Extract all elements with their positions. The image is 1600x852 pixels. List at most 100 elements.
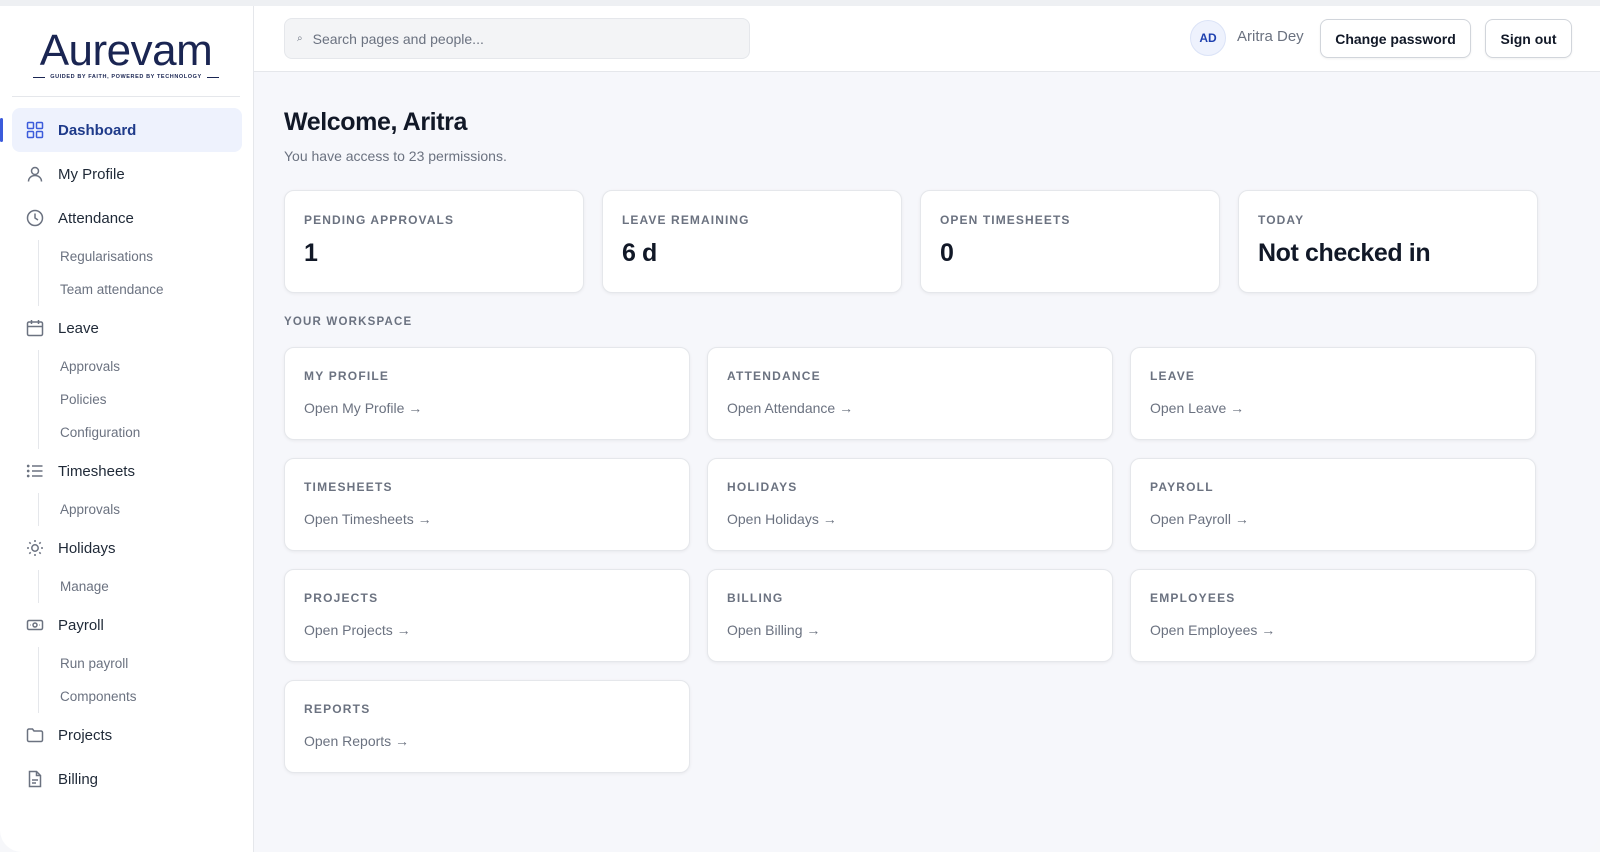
sidebar-subitem-regularisations[interactable]: Regularisations xyxy=(60,240,254,273)
card-link[interactable]: Open Holidays → xyxy=(727,511,1093,527)
sidebar-subitem-run-payroll[interactable]: Run payroll xyxy=(60,647,254,680)
top-header: ⌕ AD Aritra Dey Change password Sign out xyxy=(254,6,1600,72)
brand-logo[interactable]: Aurevam GUIDED BY FAITH, POWERED BY TECH… xyxy=(22,28,230,84)
sign-out-button[interactable]: Sign out xyxy=(1485,19,1572,58)
card-title: HOLIDAYS xyxy=(727,480,798,494)
sidebar-item-billing[interactable]: Billing xyxy=(12,757,242,801)
sidebar-item-label: My Profile xyxy=(58,165,125,183)
permissions-subtitle: You have access to 23 permissions. xyxy=(284,148,507,164)
card-link[interactable]: Open Payroll → xyxy=(1150,511,1516,527)
card-title: TIMESHEETS xyxy=(304,480,393,494)
tagline-rule-left xyxy=(33,76,46,78)
stat-label: PENDING APPROVALS xyxy=(304,213,455,227)
file-text-icon xyxy=(26,770,44,788)
workspace-card-timesheets[interactable]: TIMESHEETS Open Timesheets → xyxy=(284,458,690,551)
brand-tagline: GUIDED BY FAITH, POWERED BY TECHNOLOGY xyxy=(50,74,202,80)
search-input[interactable] xyxy=(312,30,733,47)
brand-tagline-row: GUIDED BY FAITH, POWERED BY TECHNOLOGY xyxy=(22,74,230,80)
sidebar-item-label: Leave xyxy=(58,319,99,337)
sun-icon xyxy=(26,539,44,557)
sidebar-subitem-team-attendance[interactable]: Team attendance xyxy=(60,273,254,306)
sidebar-item-label: Payroll xyxy=(58,616,104,634)
sidebar-nav: Dashboard My Profile Attendance Regulari… xyxy=(0,108,254,801)
card-title: BILLING xyxy=(727,591,784,605)
card-title: ATTENDANCE xyxy=(727,369,821,383)
card-link[interactable]: Open Leave → xyxy=(1150,400,1516,416)
sidebar-subitem-leave-approvals[interactable]: Approvals xyxy=(60,350,254,383)
stat-label: OPEN TIMESHEETS xyxy=(940,213,1071,227)
workspace-card-payroll[interactable]: PAYROLL Open Payroll → xyxy=(1130,458,1536,551)
brand-name: Aurevam xyxy=(39,26,213,75)
sidebar-item-label: Billing xyxy=(58,770,99,788)
sidebar-item-my-profile[interactable]: My Profile xyxy=(12,152,242,196)
workspace-card-holidays[interactable]: HOLIDAYS Open Holidays → xyxy=(707,458,1113,551)
logo-divider xyxy=(12,96,240,97)
sidebar-item-attendance[interactable]: Attendance xyxy=(12,196,242,240)
sidebar-item-projects[interactable]: Projects xyxy=(12,713,242,757)
card-title: MY PROFILE xyxy=(304,369,390,383)
sidebar: Aurevam GUIDED BY FAITH, POWERED BY TECH… xyxy=(0,6,254,852)
workspace-card-billing[interactable]: BILLING Open Billing → xyxy=(707,569,1113,662)
workspace-card-my-profile[interactable]: MY PROFILE Open My Profile → xyxy=(284,347,690,440)
payroll-submenu: Run payroll Components xyxy=(38,647,254,713)
tagline-rule-right xyxy=(206,76,219,78)
search-icon: ⌕ xyxy=(297,33,303,44)
card-link[interactable]: Open Billing → xyxy=(727,622,1093,638)
sidebar-item-timesheets[interactable]: Timesheets xyxy=(12,449,242,493)
change-password-button[interactable]: Change password xyxy=(1320,19,1471,58)
card-link[interactable]: Open Attendance → xyxy=(727,400,1093,416)
folder-icon xyxy=(26,726,44,744)
leave-submenu: Approvals Policies Configuration xyxy=(38,350,254,449)
card-link[interactable]: Open Employees → xyxy=(1150,622,1516,638)
sidebar-subitem-manage[interactable]: Manage xyxy=(60,570,254,603)
workspace-card-reports[interactable]: REPORTS Open Reports → xyxy=(284,680,690,773)
workspace-grid: MY PROFILE Open My Profile → ATTENDANCE … xyxy=(284,347,1538,773)
sidebar-item-holidays[interactable]: Holidays xyxy=(12,526,242,570)
card-title: EMPLOYEES xyxy=(1150,591,1236,605)
banknote-icon xyxy=(26,616,44,634)
sidebar-item-payroll[interactable]: Payroll xyxy=(12,603,242,647)
workspace-card-leave[interactable]: LEAVE Open Leave → xyxy=(1130,347,1536,440)
stat-value: Not checked in xyxy=(1258,239,1431,267)
workspace-card-employees[interactable]: EMPLOYEES Open Employees → xyxy=(1130,569,1536,662)
sidebar-subitem-configuration[interactable]: Configuration xyxy=(60,416,254,449)
card-title: REPORTS xyxy=(304,702,371,716)
card-link[interactable]: Open Timesheets → xyxy=(304,511,670,527)
timesheets-submenu: Approvals xyxy=(38,493,254,526)
user-icon xyxy=(26,165,44,183)
clock-icon xyxy=(26,209,44,227)
workspace-card-attendance[interactable]: ATTENDANCE Open Attendance → xyxy=(707,347,1113,440)
workspace-card-projects[interactable]: PROJECTS Open Projects → xyxy=(284,569,690,662)
search-box[interactable]: ⌕ xyxy=(284,18,750,59)
sidebar-item-leave[interactable]: Leave xyxy=(12,306,242,350)
sidebar-item-label: Holidays xyxy=(58,539,116,557)
card-link[interactable]: Open My Profile → xyxy=(304,400,670,416)
card-link[interactable]: Open Projects → xyxy=(304,622,670,638)
sidebar-item-label: Attendance xyxy=(58,209,134,227)
holidays-submenu: Manage xyxy=(38,570,254,603)
card-link[interactable]: Open Reports → xyxy=(304,733,670,749)
stat-value: 0 xyxy=(940,239,954,267)
stats-row: PENDING APPROVALS 1 LEAVE REMAINING 6 d … xyxy=(284,190,1538,293)
stat-card-leave-remaining: LEAVE REMAINING 6 d xyxy=(602,190,902,293)
avatar[interactable]: AD xyxy=(1190,20,1226,56)
card-title: LEAVE xyxy=(1150,369,1196,383)
sidebar-item-label: Timesheets xyxy=(58,462,135,480)
app-window: Aurevam GUIDED BY FAITH, POWERED BY TECH… xyxy=(0,0,1600,852)
sidebar-subitem-policies[interactable]: Policies xyxy=(60,383,254,416)
sidebar-item-dashboard[interactable]: Dashboard xyxy=(0,108,242,152)
stat-label: LEAVE REMAINING xyxy=(622,213,750,227)
list-icon xyxy=(26,462,44,480)
stat-value: 1 xyxy=(304,239,318,267)
calendar-icon xyxy=(26,319,44,337)
stat-card-pending-approvals: PENDING APPROVALS 1 xyxy=(284,190,584,293)
stat-card-open-timesheets: OPEN TIMESHEETS 0 xyxy=(920,190,1220,293)
stat-value: 6 d xyxy=(622,239,657,267)
sidebar-subitem-timesheet-approvals[interactable]: Approvals xyxy=(60,493,254,526)
sidebar-subitem-components[interactable]: Components xyxy=(60,680,254,713)
sidebar-item-label: Projects xyxy=(58,726,113,744)
sidebar-item-label: Dashboard xyxy=(58,121,137,139)
stat-label: TODAY xyxy=(1258,213,1305,227)
grid-icon xyxy=(26,121,44,139)
stat-card-today: TODAY Not checked in xyxy=(1238,190,1538,293)
